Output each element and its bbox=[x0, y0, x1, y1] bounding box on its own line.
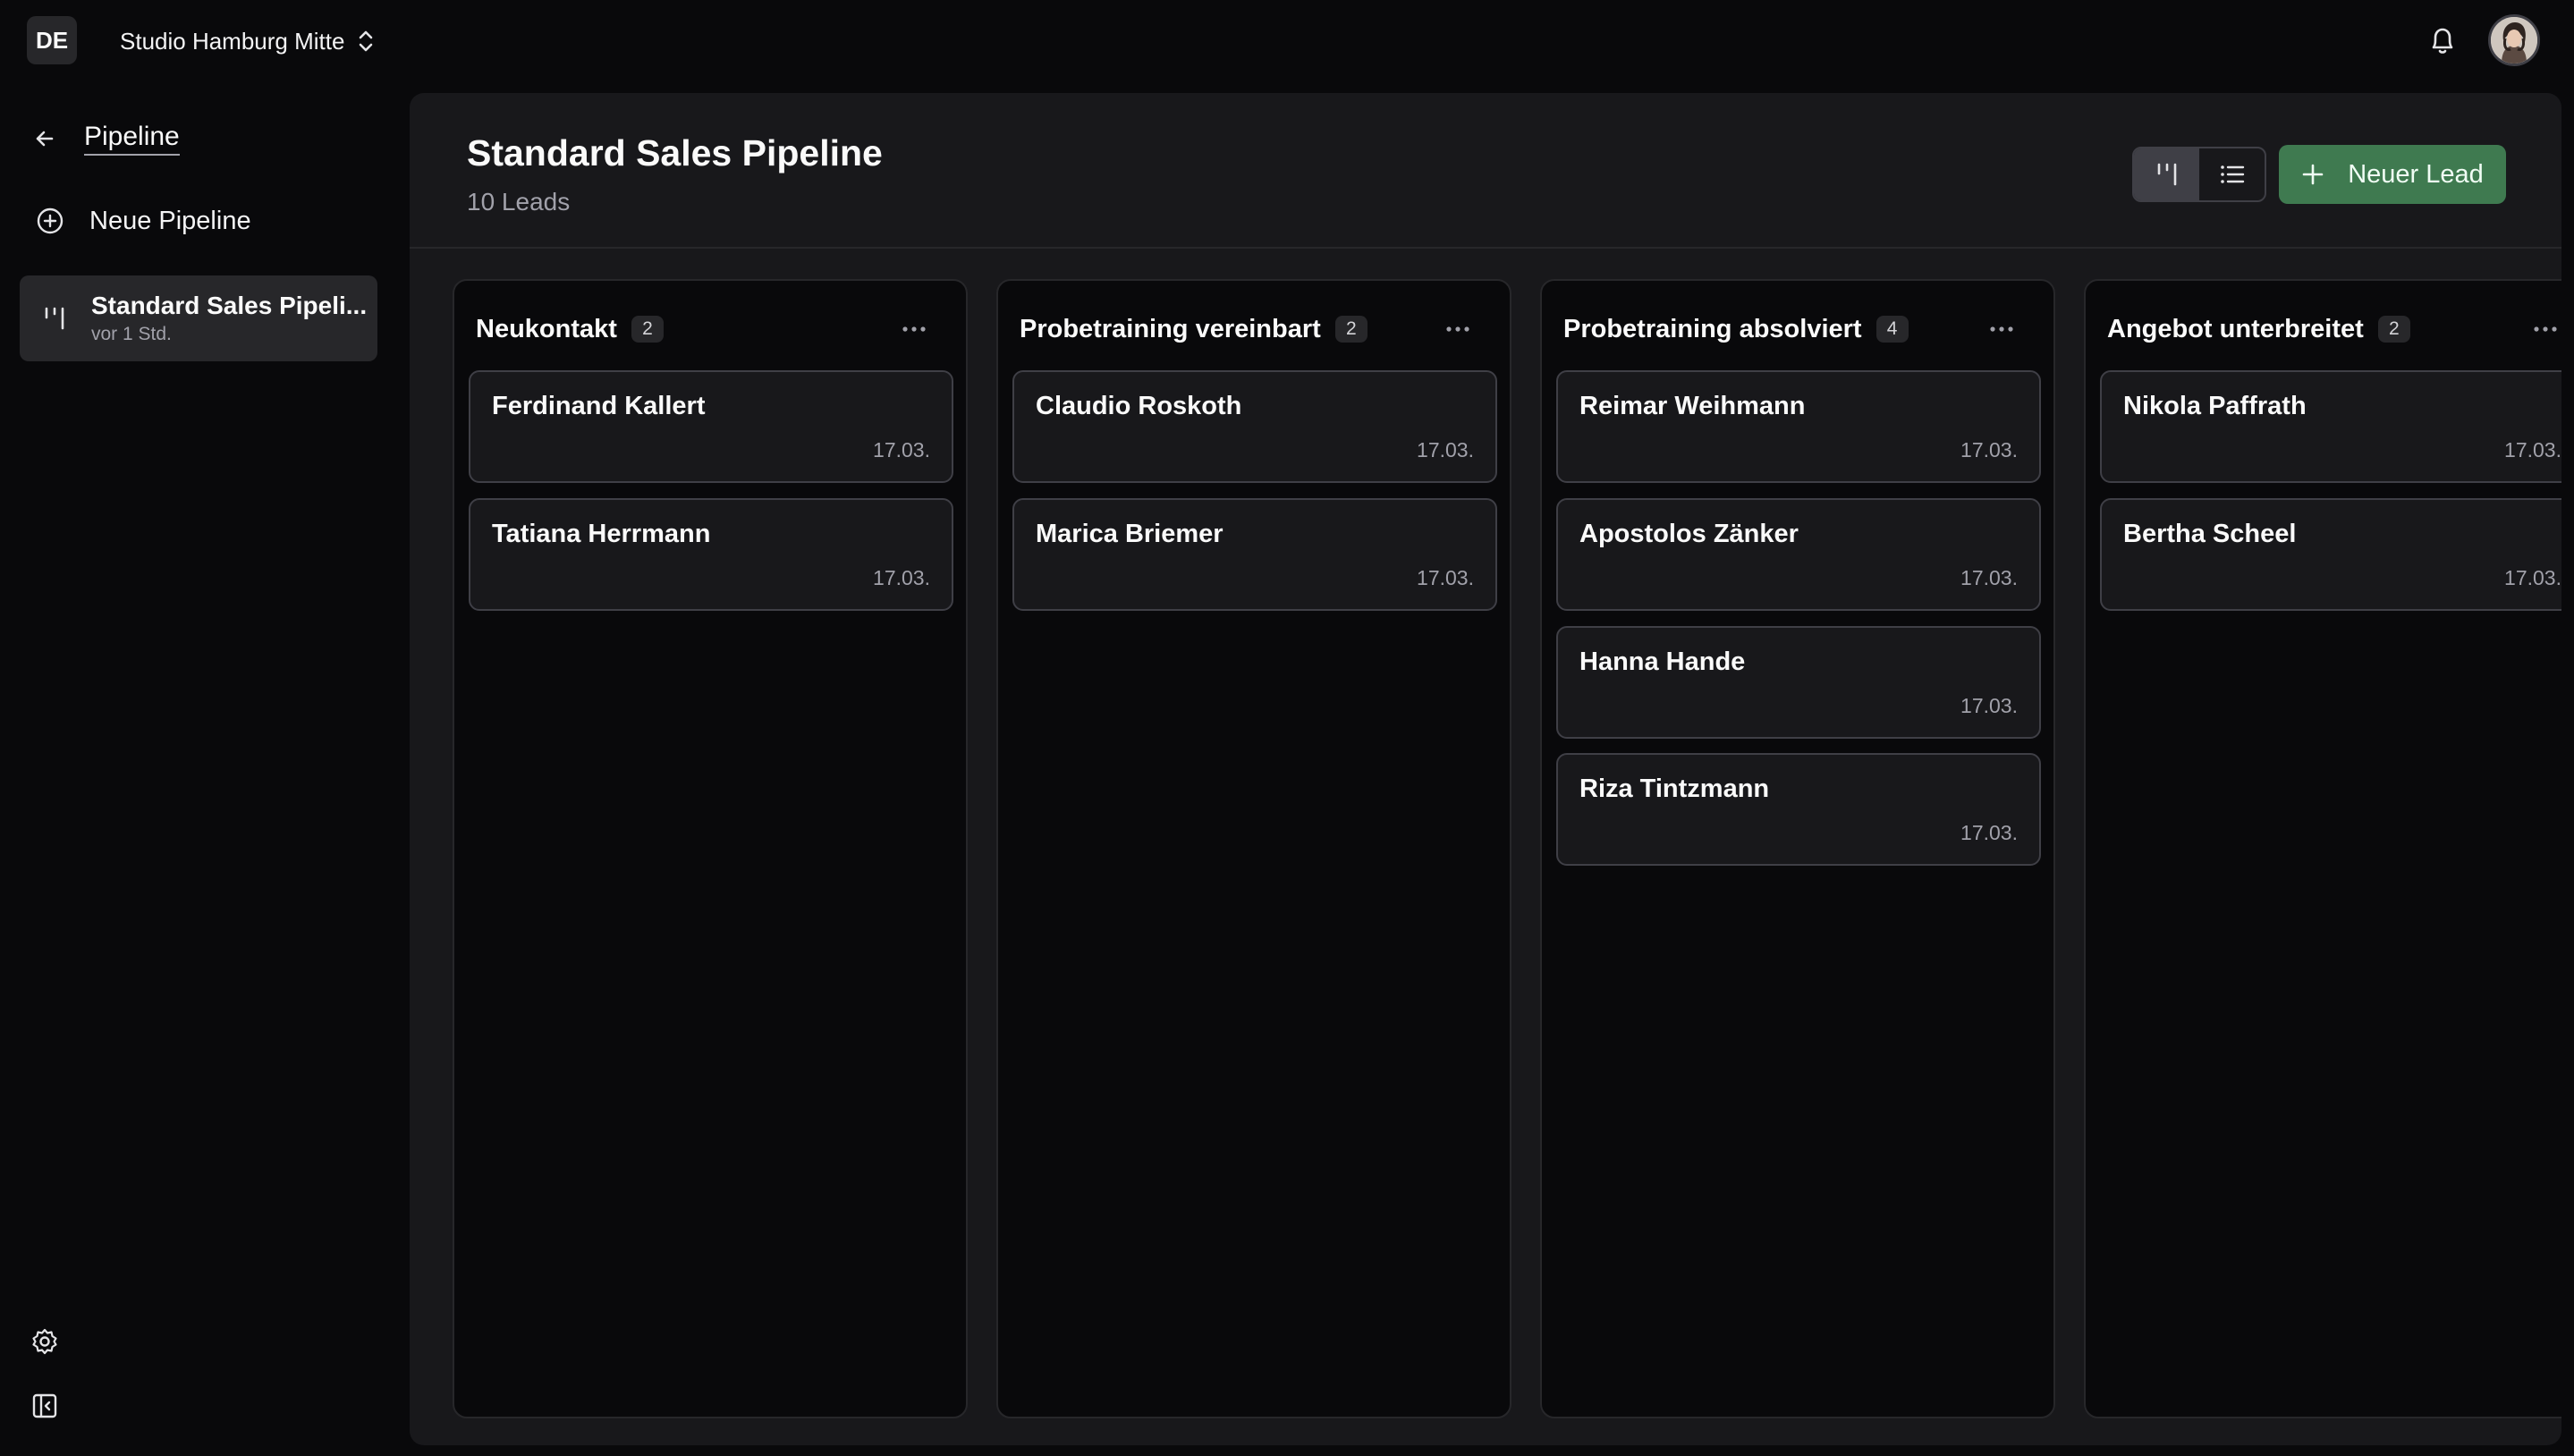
lead-date: 17.03. bbox=[1960, 566, 2018, 589]
lead-date: 17.03. bbox=[873, 438, 930, 461]
settings-button[interactable] bbox=[29, 1325, 61, 1358]
avatar-portrait-icon bbox=[2491, 17, 2537, 63]
column-count-badge: 2 bbox=[2377, 316, 2410, 343]
top-bar: DE Studio Hamburg Mitte bbox=[0, 0, 2574, 82]
column-title: Probetraining vereinbart bbox=[1020, 314, 1321, 343]
kanban-view-button[interactable] bbox=[2134, 148, 2199, 200]
sidebar-collapse-icon bbox=[32, 1393, 57, 1418]
lead-date: 17.03. bbox=[1417, 566, 1474, 589]
more-horizontal-icon bbox=[902, 326, 926, 332]
lead-date: 17.03. bbox=[873, 566, 930, 589]
column-title: Angebot unterbreitet bbox=[2107, 314, 2364, 343]
studio-name: Studio Hamburg Mitte bbox=[120, 27, 345, 55]
lead-name: Reimar Weihmann bbox=[1579, 392, 1806, 420]
lead-name: Riza Tintzmann bbox=[1579, 775, 1770, 803]
org-badge[interactable]: DE bbox=[27, 16, 77, 64]
page-title: Standard Sales Pipeline bbox=[467, 132, 883, 174]
lead-count: 10 Leads bbox=[467, 188, 571, 216]
lead-card[interactable]: Apostolos Zänker 17.03. bbox=[1556, 498, 2041, 611]
column-menu-button[interactable] bbox=[1984, 311, 2019, 347]
kanban-icon bbox=[2157, 163, 2176, 186]
lead-name: Tatiana Herrmann bbox=[492, 520, 711, 548]
header-divider bbox=[410, 247, 2561, 249]
more-horizontal-icon bbox=[1446, 326, 1469, 332]
lead-date: 17.03. bbox=[1960, 694, 2018, 717]
lead-card[interactable]: Nikola Paffrath 17.03. bbox=[2100, 370, 2561, 483]
pipeline-updated: vor 1 Std. bbox=[91, 324, 172, 344]
lead-name: Apostolos Zänker bbox=[1579, 520, 1799, 548]
lead-card[interactable]: Reimar Weihmann 17.03. bbox=[1556, 370, 2041, 483]
column-header: Angebot unterbreitet 2 bbox=[2107, 309, 2561, 349]
lead-name: Bertha Scheel bbox=[2123, 520, 2297, 548]
more-horizontal-icon bbox=[2534, 326, 2557, 332]
column-neukontakt: Neukontakt 2 Ferdinand Kallert 17.03. Ta… bbox=[453, 279, 968, 1418]
bell-icon bbox=[2432, 28, 2453, 54]
sidebar-item-standard-sales-pipeline[interactable]: Standard Sales Pipeli... vor 1 Std. bbox=[20, 275, 377, 361]
lead-card[interactable]: Claudio Roskoth 17.03. bbox=[1012, 370, 1497, 483]
lead-date: 17.03. bbox=[2504, 438, 2561, 461]
lead-date: 17.03. bbox=[1960, 438, 2018, 461]
column-header: Neukontakt 2 bbox=[476, 309, 944, 349]
pipeline-name: Standard Sales Pipeli... bbox=[91, 292, 368, 319]
collapse-sidebar-button[interactable] bbox=[29, 1390, 61, 1422]
main-panel: Standard Sales Pipeline 10 Leads Neuer L… bbox=[410, 93, 2561, 1445]
new-pipeline-button[interactable]: Neue Pipeline bbox=[36, 199, 251, 243]
user-avatar[interactable] bbox=[2488, 14, 2540, 66]
column-angebot-unterbreitet: Angebot unterbreitet 2 Nikola Paffrath 1… bbox=[2084, 279, 2561, 1418]
lead-date: 17.03. bbox=[1960, 821, 2018, 844]
column-count-badge: 2 bbox=[631, 316, 664, 343]
column-menu-button[interactable] bbox=[2527, 311, 2561, 347]
arrow-left-icon bbox=[36, 131, 54, 147]
new-lead-button[interactable]: Neuer Lead bbox=[2279, 145, 2506, 204]
kanban-icon bbox=[45, 307, 64, 330]
lead-date: 17.03. bbox=[1417, 438, 1474, 461]
plus-circle-icon bbox=[37, 207, 64, 234]
lead-card[interactable]: Marica Briemer 17.03. bbox=[1012, 498, 1497, 611]
column-menu-button[interactable] bbox=[1440, 311, 1476, 347]
column-header: Probetraining absolviert 4 bbox=[1563, 309, 2032, 349]
lead-name: Marica Briemer bbox=[1036, 520, 1223, 548]
notifications-button[interactable] bbox=[2426, 21, 2460, 59]
lead-name: Nikola Paffrath bbox=[2123, 392, 2307, 420]
back-to-pipelines[interactable]: Pipeline bbox=[32, 116, 180, 161]
column-menu-button[interactable] bbox=[896, 311, 932, 347]
lead-date: 17.03. bbox=[2504, 566, 2561, 589]
studio-switcher[interactable]: Studio Hamburg Mitte bbox=[120, 23, 375, 59]
column-count-badge: 4 bbox=[1875, 316, 1909, 343]
column-header: Probetraining vereinbart 2 bbox=[1020, 309, 1488, 349]
lead-card[interactable]: Hanna Hande 17.03. bbox=[1556, 626, 2041, 739]
gear-icon bbox=[32, 1328, 57, 1355]
chevron-up-down-icon bbox=[360, 30, 373, 52]
lead-name: Claudio Roskoth bbox=[1036, 392, 1242, 420]
column-title: Probetraining absolviert bbox=[1563, 314, 1862, 343]
column-probetraining-vereinbart: Probetraining vereinbart 2 Claudio Rosko… bbox=[996, 279, 1511, 1418]
lead-card[interactable]: Bertha Scheel 17.03. bbox=[2100, 498, 2561, 611]
lead-card[interactable]: Ferdinand Kallert 17.03. bbox=[469, 370, 953, 483]
lead-card[interactable]: Tatiana Herrmann 17.03. bbox=[469, 498, 953, 611]
lead-name: Hanna Hande bbox=[1579, 648, 1746, 676]
column-title: Neukontakt bbox=[476, 314, 617, 343]
column-probetraining-absolviert: Probetraining absolviert 4 Reimar Weihma… bbox=[1540, 279, 2055, 1418]
list-view-button[interactable] bbox=[2199, 148, 2265, 200]
lead-card[interactable]: Riza Tintzmann 17.03. bbox=[1556, 753, 2041, 866]
sidebar-title: Pipeline bbox=[84, 122, 180, 156]
new-pipeline-label: Neue Pipeline bbox=[89, 206, 251, 235]
column-count-badge: 2 bbox=[1334, 316, 1367, 343]
list-icon bbox=[2220, 165, 2244, 183]
new-lead-label: Neuer Lead bbox=[2348, 159, 2484, 189]
view-toggle bbox=[2132, 147, 2266, 202]
sidebar: Pipeline Neue Pipeline Standard Sales Pi… bbox=[0, 82, 394, 1456]
lead-name: Ferdinand Kallert bbox=[492, 392, 706, 420]
more-horizontal-icon bbox=[1990, 326, 2013, 332]
kanban-board: Neukontakt 2 Ferdinand Kallert 17.03. Ta… bbox=[453, 279, 2561, 1418]
plus-icon bbox=[2302, 164, 2324, 185]
